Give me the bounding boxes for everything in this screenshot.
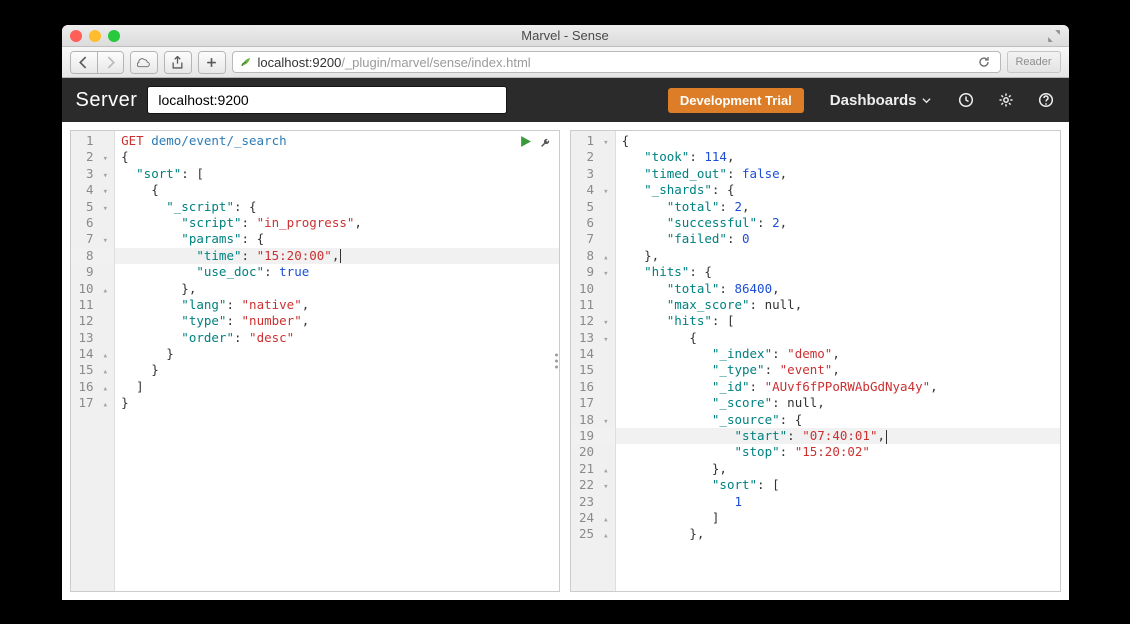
- reader-button[interactable]: Reader: [1007, 51, 1061, 73]
- response-gutter: 1 ▾2 3 4 ▾5 6 7 8 ▴9 ▾10 11 12 ▾13 ▾14 1…: [571, 131, 616, 591]
- share-button[interactable]: [165, 52, 191, 73]
- workspace: 1 2 ▾3 ▾4 ▾5 ▾6 7 ▾8 9 10 ▴11 12 13 14 ▴…: [62, 122, 1069, 600]
- pane-divider[interactable]: [552, 354, 560, 369]
- dashboards-dropdown[interactable]: Dashboards: [826, 92, 935, 109]
- request-editor[interactable]: 1 2 ▾3 ▾4 ▾5 ▾6 7 ▾8 9 10 ▴11 12 13 14 ▴…: [70, 130, 561, 592]
- forward-button[interactable]: [97, 52, 123, 73]
- wrench-icon[interactable]: [540, 135, 553, 151]
- response-code: { "took": 114, "timed_out": false, "_sha…: [616, 131, 1060, 591]
- dashboards-label: Dashboards: [830, 92, 917, 109]
- request-gutter: 1 2 ▾3 ▾4 ▾5 ▾6 7 ▾8 9 10 ▴11 12 13 14 ▴…: [71, 131, 116, 591]
- icloud-button[interactable]: [131, 52, 157, 73]
- run-icon[interactable]: [519, 135, 532, 151]
- favicon-icon: [239, 55, 253, 69]
- browser-toolbar: localhost:9200/_plugin/marvel/sense/inde…: [62, 47, 1069, 78]
- brand-label: Server: [76, 89, 138, 112]
- reload-icon[interactable]: [974, 56, 994, 68]
- url-text: localhost:9200/_plugin/marvel/sense/inde…: [258, 55, 531, 70]
- window-title: Marvel - Sense: [62, 28, 1069, 43]
- gear-icon[interactable]: [997, 91, 1015, 109]
- server-input[interactable]: [147, 86, 507, 114]
- history-icon[interactable]: [957, 91, 975, 109]
- add-button[interactable]: [199, 52, 225, 73]
- titlebar: Marvel - Sense: [62, 25, 1069, 47]
- development-trial-button[interactable]: Development Trial: [668, 88, 804, 113]
- server-field: [147, 86, 507, 114]
- address-bar[interactable]: localhost:9200/_plugin/marvel/sense/inde…: [232, 51, 1001, 73]
- back-button[interactable]: [71, 52, 97, 73]
- app-header: Server Development Trial Dashboards: [62, 78, 1069, 122]
- help-icon[interactable]: [1037, 91, 1055, 109]
- browser-window: Marvel - Sense localhost:9200/_plugin/ma…: [62, 25, 1069, 600]
- response-viewer[interactable]: 1 ▾2 3 4 ▾5 6 7 8 ▴9 ▾10 11 12 ▾13 ▾14 1…: [570, 130, 1061, 592]
- chevron-down-icon: [922, 96, 931, 105]
- request-code[interactable]: GET demo/event/_search{ "sort": [ { "_sc…: [115, 131, 559, 591]
